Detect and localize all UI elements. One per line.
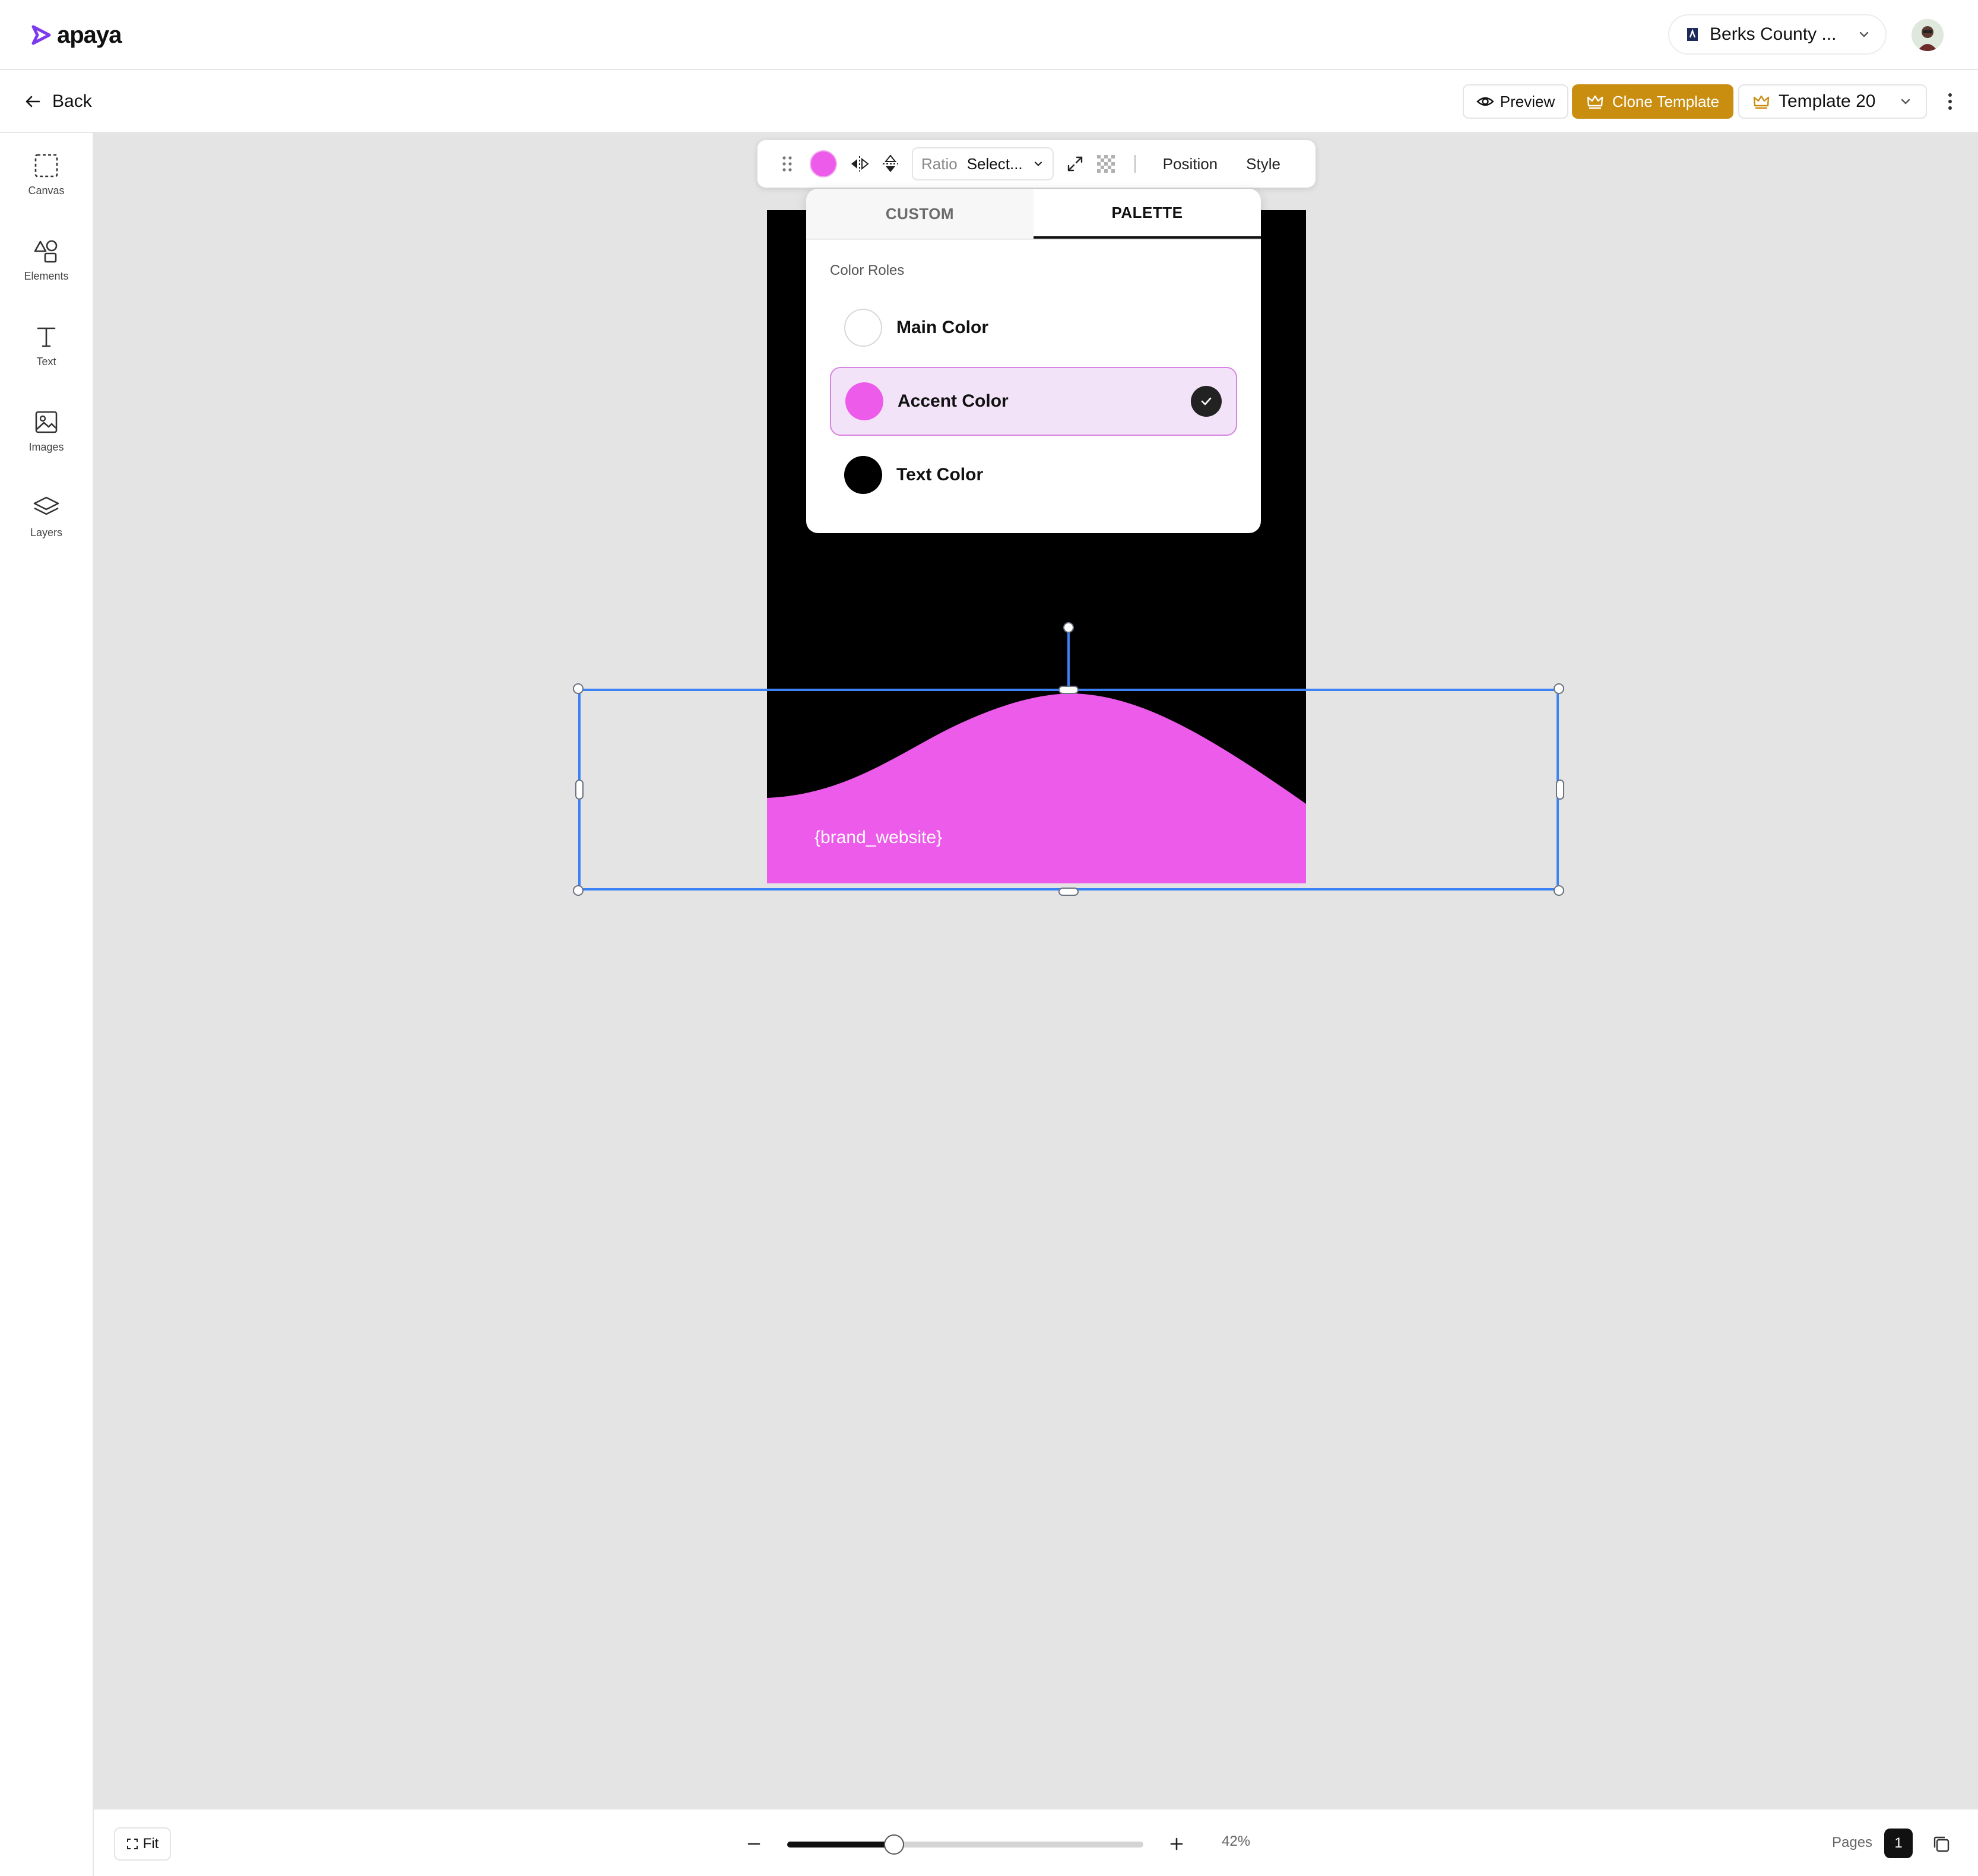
color-roles-heading: Color Roles	[830, 262, 905, 278]
account-switcher[interactable]: Berks County ...	[1668, 14, 1887, 55]
color-role-label: Text Color	[896, 465, 984, 484]
zoom-slider[interactable]	[787, 1834, 1143, 1855]
zoom-out-button[interactable]	[741, 1831, 767, 1857]
sidebar-item-label: Images	[28, 441, 64, 453]
elements-icon	[33, 238, 59, 264]
rotate-handle[interactable]	[1063, 622, 1074, 633]
arrow-left-icon	[24, 93, 42, 110]
zoom-level: 42%	[1222, 1833, 1251, 1849]
expand-icon[interactable]	[1060, 148, 1091, 179]
resize-handle-bottom-right[interactable]	[1554, 885, 1564, 896]
editor-subbar: Back Preview Clone Template Template 20	[0, 70, 1978, 133]
resize-handle-right[interactable]	[1556, 779, 1564, 800]
sidebar-item-label: Elements	[24, 270, 69, 282]
transparency-icon[interactable]	[1091, 148, 1121, 179]
resize-handle-top-right[interactable]	[1554, 683, 1564, 694]
clone-template-label: Clone Template	[1612, 92, 1720, 110]
resize-handle-bottom-left[interactable]	[573, 885, 584, 896]
sidebar-item-label: Canvas	[28, 184, 65, 197]
template-name: Template 20	[1779, 91, 1876, 111]
template-select[interactable]: Template 20	[1738, 84, 1927, 119]
chevron-down-icon	[1032, 158, 1044, 170]
toolbar-divider	[1134, 155, 1136, 173]
sidebar-item-label: Text	[36, 355, 56, 367]
rotation-stem	[1067, 630, 1070, 689]
accent-color-swatch	[845, 382, 883, 420]
fit-screen-icon	[126, 1838, 138, 1850]
ratio-value: Select...	[966, 154, 1023, 173]
ratio-label: Ratio	[921, 154, 958, 173]
account-logo-icon	[1684, 26, 1701, 43]
preview-label: Preview	[1500, 92, 1555, 110]
position-button[interactable]: Position	[1149, 155, 1232, 173]
eye-icon	[1476, 93, 1494, 110]
preview-button[interactable]: Preview	[1463, 84, 1568, 119]
sidebar-item-canvas[interactable]: Canvas	[0, 139, 93, 210]
user-avatar[interactable]	[1912, 19, 1944, 51]
canvas-icon	[33, 153, 59, 179]
zoom-slider-fill	[787, 1842, 894, 1848]
color-role-label: Main Color	[896, 318, 988, 337]
zoom-slider-thumb[interactable]	[884, 1834, 904, 1855]
clone-template-button[interactable]: Clone Template	[1572, 84, 1733, 119]
resize-handle-bottom[interactable]	[1058, 888, 1079, 896]
account-name: Berks County ...	[1710, 24, 1837, 44]
selection-box	[578, 689, 1559, 891]
layers-icon	[32, 495, 61, 521]
back-label: Back	[52, 91, 92, 111]
pages-label: Pages	[1832, 1834, 1873, 1850]
ratio-select[interactable]: Ratio Select...	[912, 147, 1054, 180]
style-button[interactable]: Style	[1232, 155, 1295, 173]
resize-handle-top[interactable]	[1058, 686, 1079, 694]
sidebar-item-text[interactable]: Text	[0, 310, 93, 381]
more-options-icon[interactable]	[1940, 91, 1960, 112]
bottom-bar: Fit 42% Pages 1	[94, 1808, 1978, 1876]
zoom-in-button[interactable]	[1164, 1831, 1190, 1857]
page-count-badge[interactable]: 1	[1884, 1829, 1913, 1858]
fit-button[interactable]: Fit	[114, 1827, 171, 1861]
flip-vertical-icon[interactable]	[875, 148, 906, 179]
chevron-down-icon	[1857, 27, 1871, 42]
back-button[interactable]: Back	[24, 88, 92, 115]
color-role-main[interactable]: Main Color	[830, 293, 1237, 362]
fill-color-swatch[interactable]	[810, 150, 837, 178]
text-color-swatch	[844, 456, 882, 494]
flip-horizontal-icon[interactable]	[844, 148, 875, 179]
color-tabs: CUSTOM PALETTE	[806, 189, 1261, 240]
top-header: apaya Berks County ...	[0, 0, 1978, 70]
duplicate-page-icon[interactable]	[1929, 1832, 1953, 1856]
sidebar-item-label: Layers	[30, 526, 63, 538]
color-popover: CUSTOM PALETTE Color Roles Main Color Ac…	[806, 189, 1261, 533]
left-sidebar: Canvas Elements Text Images Layers	[0, 133, 94, 1876]
images-icon	[33, 409, 59, 435]
text-icon	[33, 324, 59, 350]
tab-custom[interactable]: CUSTOM	[806, 189, 1034, 239]
drag-handle-icon[interactable]	[772, 148, 803, 179]
fit-label: Fit	[142, 1836, 159, 1852]
color-role-text[interactable]: Text Color	[830, 441, 1237, 509]
resize-handle-left[interactable]	[575, 779, 584, 800]
tab-palette[interactable]: PALETTE	[1034, 189, 1261, 239]
logo-mark-icon	[31, 25, 51, 45]
sidebar-item-elements[interactable]: Elements	[0, 224, 93, 296]
sidebar-item-images[interactable]: Images	[0, 395, 93, 467]
chevron-down-icon	[1898, 94, 1913, 109]
element-toolbar: Ratio Select... Position Style	[757, 140, 1316, 188]
crown-icon	[1586, 93, 1604, 110]
main-color-swatch	[844, 309, 882, 347]
sidebar-item-layers[interactable]: Layers	[0, 481, 93, 552]
checkmark-icon	[1191, 386, 1222, 417]
logo-text: apaya	[57, 21, 122, 48]
color-role-accent[interactable]: Accent Color	[830, 367, 1237, 436]
apaya-logo[interactable]: apaya	[31, 20, 122, 50]
resize-handle-top-left[interactable]	[573, 683, 584, 694]
crown-icon	[1752, 93, 1770, 110]
color-role-label: Accent Color	[898, 391, 1009, 411]
